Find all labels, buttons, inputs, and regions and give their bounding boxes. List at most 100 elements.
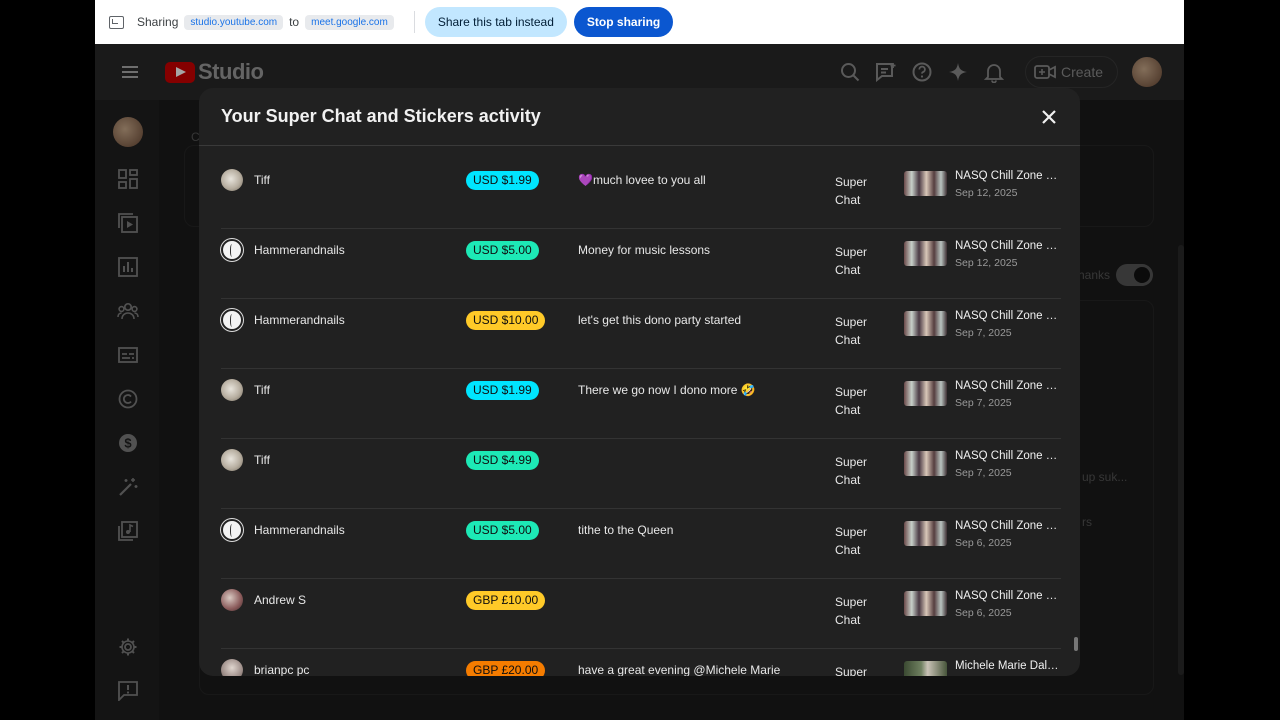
chat-message: Money for music lessons <box>578 243 711 257</box>
share-source-chip: studio.youtube.com <box>184 14 284 30</box>
video-title[interactable]: NASQ Chill Zone fo... <box>955 240 1059 252</box>
activity-type: Super Chat <box>835 453 875 489</box>
video-title[interactable]: NASQ Chill Zone fo... <box>955 380 1059 392</box>
activity-type: Super Chat <box>835 173 875 209</box>
activity-row: Hammerandnails USD $5.00 tithe to the Qu… <box>221 509 1061 579</box>
video-thumbnail[interactable] <box>904 381 947 406</box>
amount-badge: USD $10.00 <box>466 311 546 330</box>
type-line-1: Super <box>835 175 868 189</box>
video-title[interactable]: Michele Marie Dale... <box>955 660 1059 672</box>
dialog-header: Your Super Chat and Stickers activity <box>199 88 1080 146</box>
screen-frame: Sharing studio.youtube.com to meet.googl… <box>95 0 1184 720</box>
chat-message: tithe to the Queen <box>578 523 674 537</box>
user-name: Andrew S <box>254 593 307 607</box>
video-date: Sep 7, 2025 <box>955 467 1012 479</box>
amount-badge: USD $1.99 <box>466 171 539 190</box>
video-thumbnail[interactable] <box>904 521 947 546</box>
type-line-2: Chat <box>835 263 861 277</box>
video-title[interactable]: NASQ Chill Zone fo... <box>955 170 1059 182</box>
activity-row: Hammerandnails USD $10.00 let's get this… <box>221 299 1061 369</box>
video-thumbnail[interactable] <box>904 661 947 676</box>
super-chat-activity-dialog: Your Super Chat and Stickers activity Ti… <box>199 88 1080 676</box>
chat-message: let's get this dono party started <box>578 313 742 327</box>
user-avatar <box>221 659 243 676</box>
screen-share-bar: Sharing studio.youtube.com to meet.googl… <box>95 0 1184 44</box>
share-bar-divider <box>413 11 415 33</box>
activity-row: brianpc pc GBP £20.00 have a great eveni… <box>221 649 1061 676</box>
user-name: brianpc pc <box>254 663 310 676</box>
type-line-1: Super <box>835 665 868 676</box>
activity-type: Super Chat <box>835 593 875 629</box>
video-date: Sep 7, 2025 <box>955 397 1012 409</box>
video-thumbnail[interactable] <box>904 591 947 616</box>
to-label: to <box>289 15 300 29</box>
user-avatar <box>221 239 243 261</box>
activity-row: Tiff USD $1.99 There we go now I dono mo… <box>221 369 1061 439</box>
type-line-1: Super <box>835 245 868 259</box>
type-line-1: Super <box>835 385 868 399</box>
activity-type: Super Chat <box>835 523 875 559</box>
share-this-tab-button[interactable]: Share this tab instead <box>424 7 567 37</box>
video-date: Sep 6, 2025 <box>955 607 1012 619</box>
video-title[interactable]: NASQ Chill Zone fo... <box>955 590 1059 602</box>
type-line-1: Super <box>835 315 868 329</box>
user-name: Tiff <box>254 453 271 467</box>
activity-row: Tiff USD $1.99 💜much lovee to you all Su… <box>221 159 1061 229</box>
video-date: Sep 6, 2025 <box>955 537 1012 549</box>
video-date: Sep 12, 2025 <box>955 187 1018 199</box>
video-thumbnail[interactable] <box>904 451 947 476</box>
video-thumbnail[interactable] <box>904 311 947 336</box>
sharing-label: Sharing <box>137 15 179 29</box>
amount-badge: USD $4.99 <box>466 451 539 470</box>
video-date: Sep 7, 2025 <box>955 327 1012 339</box>
type-line-1: Super <box>835 455 868 469</box>
amount-badge: GBP £20.00 <box>466 661 546 676</box>
video-title[interactable]: NASQ Chill Zone fo... <box>955 310 1059 322</box>
type-line-2: Chat <box>835 543 861 557</box>
video-title[interactable]: NASQ Chill Zone fo... <box>955 450 1059 462</box>
video-thumbnail[interactable] <box>904 171 947 196</box>
activity-type: Super Chat <box>835 313 875 349</box>
type-line-2: Chat <box>835 333 861 347</box>
type-line-1: Super <box>835 525 868 539</box>
video-date: Sep 12, 2025 <box>955 257 1018 269</box>
activity-row: Andrew S GBP £10.00 Super Chat NASQ Chill… <box>221 579 1061 649</box>
dialog-title: Your Super Chat and Stickers activity <box>221 106 541 126</box>
dialog-scrollbar[interactable] <box>1074 637 1078 651</box>
activity-list: Tiff USD $1.99 💜much lovee to you all Su… <box>199 159 1080 676</box>
user-avatar <box>221 519 243 541</box>
amount-badge: USD $5.00 <box>466 241 539 260</box>
user-avatar <box>221 589 243 611</box>
user-name: Hammerandnails <box>254 313 345 327</box>
close-icon[interactable] <box>1040 108 1058 126</box>
activity-type: Super Chat <box>835 383 875 419</box>
user-name: Tiff <box>254 383 271 397</box>
user-avatar <box>221 379 243 401</box>
share-target-chip: meet.google.com <box>305 14 394 30</box>
video-title[interactable]: NASQ Chill Zone fo... <box>955 520 1059 532</box>
type-line-2: Chat <box>835 473 861 487</box>
user-avatar <box>221 309 243 331</box>
type-line-2: Chat <box>835 613 861 627</box>
user-name: Hammerandnails <box>254 523 345 537</box>
chat-message: 💜much lovee to you all <box>578 173 706 187</box>
activity-row: Tiff USD $4.99 Super Chat NASQ Chill Zone… <box>221 439 1061 509</box>
activity-type: Super Chat <box>835 243 875 279</box>
user-avatar <box>221 449 243 471</box>
type-line-1: Super <box>835 595 868 609</box>
chat-message: There we go now I dono more 🤣 <box>578 383 756 397</box>
activity-type: Super <box>835 663 875 676</box>
screen-share-icon <box>109 15 124 29</box>
user-name: Hammerandnails <box>254 243 345 257</box>
user-name: Tiff <box>254 173 271 187</box>
chat-message: have a great evening @Michele Marie <box>578 663 781 676</box>
video-thumbnail[interactable] <box>904 241 947 266</box>
amount-badge: USD $5.00 <box>466 521 539 540</box>
user-avatar <box>221 169 243 191</box>
amount-badge: GBP £10.00 <box>466 591 546 610</box>
stop-sharing-button[interactable]: Stop sharing <box>573 7 674 37</box>
activity-row: Hammerandnails USD $5.00 Money for music… <box>221 229 1061 299</box>
type-line-2: Chat <box>835 193 861 207</box>
type-line-2: Chat <box>835 403 861 417</box>
amount-badge: USD $1.99 <box>466 381 539 400</box>
